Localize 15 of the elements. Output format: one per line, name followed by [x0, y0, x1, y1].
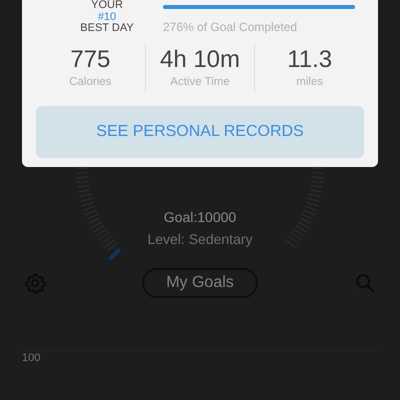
stat-value: 4h 10m [160, 47, 240, 73]
rank-label: YOUR [91, 0, 123, 12]
personal-records-button[interactable]: SEE PERSONAL RECORDS [36, 106, 364, 158]
activity-level: Level: Sedentary [147, 230, 253, 248]
my-goals-button[interactable]: My Goals [142, 268, 258, 298]
rank-number: #10 [98, 12, 116, 23]
stat-value: 775 [70, 47, 110, 73]
progress-caption: 276% of Goal Completed [163, 20, 298, 34]
goal-text: Goal:10000 [164, 208, 236, 226]
stat-label: Active Time [170, 75, 230, 89]
stat-label: miles [296, 75, 324, 89]
stat-value: 11.3 [287, 47, 332, 73]
axis-label: 100 [22, 352, 40, 364]
rank-label: BEST DAY [80, 23, 134, 34]
stat-label: Calories [69, 75, 112, 89]
